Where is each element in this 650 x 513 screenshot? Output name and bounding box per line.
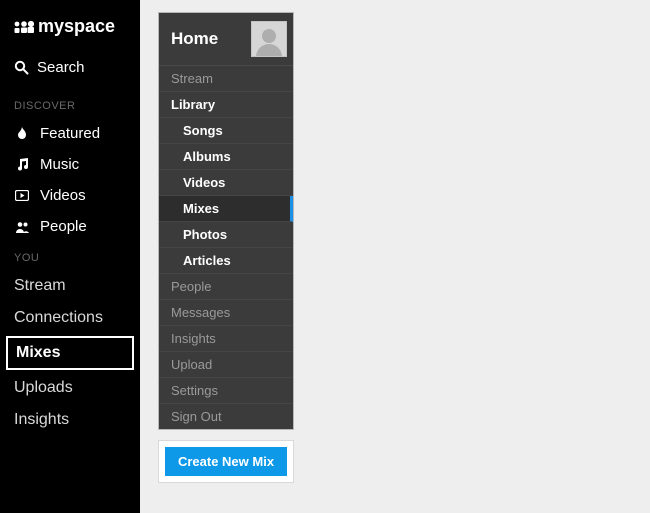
brand-logo[interactable]: myspace (0, 8, 140, 51)
menu-mixes[interactable]: Mixes (159, 196, 293, 222)
music-icon (14, 158, 30, 171)
menu-articles[interactable]: Articles (159, 248, 293, 274)
search-button[interactable]: Search (0, 51, 140, 90)
nav-label: Featured (40, 125, 100, 142)
home-menu: Stream Library Songs Albums Videos Mixes… (159, 66, 293, 429)
menu-signout[interactable]: Sign Out (159, 404, 293, 429)
nav-people[interactable]: People (0, 211, 140, 242)
video-icon (14, 190, 30, 201)
menu-upload[interactable]: Upload (159, 352, 293, 378)
search-label: Search (37, 59, 85, 76)
nav-featured[interactable]: Featured (0, 118, 140, 149)
menu-library[interactable]: Library (159, 92, 293, 118)
menu-songs[interactable]: Songs (159, 118, 293, 144)
you-insights[interactable]: Insights (0, 404, 140, 436)
people-icon (14, 221, 30, 233)
menu-people[interactable]: People (159, 274, 293, 300)
search-icon (14, 60, 29, 75)
section-label-discover: DISCOVER (0, 90, 140, 118)
menu-videos[interactable]: Videos (159, 170, 293, 196)
menu-photos[interactable]: Photos (159, 222, 293, 248)
you-stream[interactable]: Stream (0, 270, 140, 302)
home-panel-wrap: Home Stream Library Songs Albums Videos … (158, 12, 294, 483)
menu-settings[interactable]: Settings (159, 378, 293, 404)
menu-messages[interactable]: Messages (159, 300, 293, 326)
you-uploads[interactable]: Uploads (0, 372, 140, 404)
flame-icon (14, 127, 30, 141)
home-title[interactable]: Home (171, 29, 218, 49)
you-mixes[interactable]: Mixes (6, 336, 134, 370)
brand-name: myspace (38, 16, 115, 37)
nav-label: Videos (40, 187, 86, 204)
menu-stream[interactable]: Stream (159, 66, 293, 92)
section-label-you: YOU (0, 242, 140, 270)
nav-videos[interactable]: Videos (0, 180, 140, 211)
create-new-mix-button[interactable]: Create New Mix (165, 447, 287, 476)
create-mix-card: Create New Mix (158, 440, 294, 483)
nav-label: People (40, 218, 87, 235)
nav-music[interactable]: Music (0, 149, 140, 180)
menu-insights[interactable]: Insights (159, 326, 293, 352)
home-panel: Home Stream Library Songs Albums Videos … (158, 12, 294, 430)
logo-icon (14, 20, 34, 34)
avatar[interactable] (251, 21, 287, 57)
main-sidebar: myspace Search DISCOVER Featured Music V… (0, 0, 140, 513)
home-panel-header: Home (159, 13, 293, 66)
menu-albums[interactable]: Albums (159, 144, 293, 170)
you-connections[interactable]: Connections (0, 302, 140, 334)
nav-label: Music (40, 156, 79, 173)
